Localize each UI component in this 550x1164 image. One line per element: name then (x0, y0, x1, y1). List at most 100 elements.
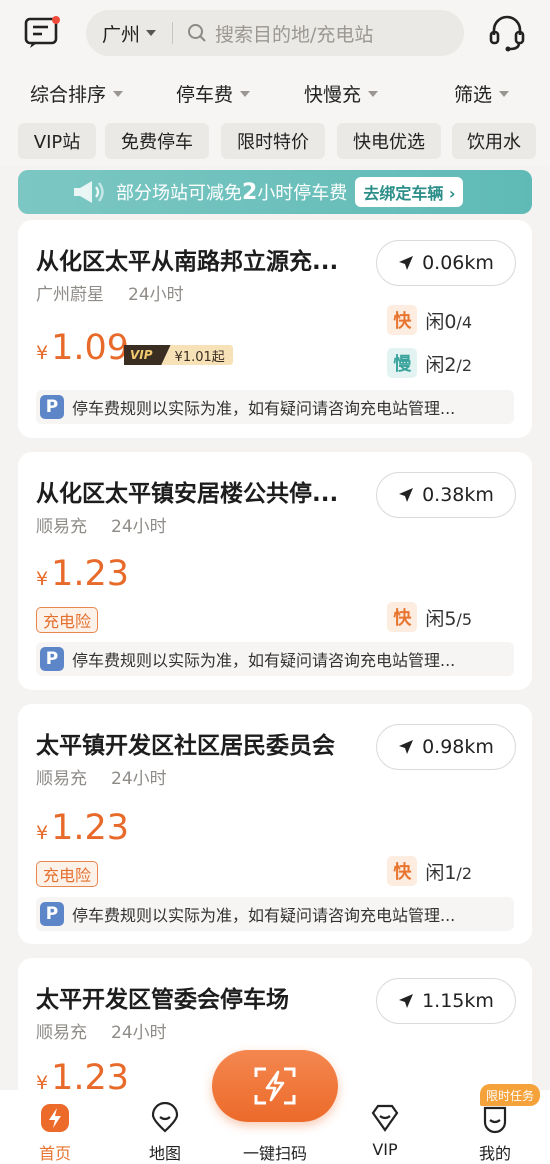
navigate-button[interactable]: 0.06km (376, 240, 516, 286)
fast-charge-badge: 快 (387, 305, 418, 335)
tab-home[interactable]: 首页 (10, 1090, 100, 1164)
banner-text: 部分场站可减免2小时停车费 (116, 179, 347, 205)
vip-price: ¥1.01起 (160, 345, 233, 365)
station-name: 从化区太平从南路邦立源充... (36, 249, 339, 275)
scan-charge-icon (254, 1067, 296, 1105)
tab-label: 地图 (148, 1144, 181, 1163)
filter-label: 筛选 (454, 84, 493, 106)
station-operator: 顺易充 (36, 517, 87, 537)
navigate-button[interactable]: 0.98km (376, 724, 516, 770)
station-name: 太平开发区管委会停车场 (36, 987, 289, 1013)
parking-promo-banner[interactable]: 部分场站可减免2小时停车费 去绑定车辆 › (18, 170, 532, 214)
chip-free-parking[interactable]: 免费停车 (105, 123, 209, 159)
filter-bar: 综合排序 停车费 快慢充 筛选 (0, 66, 550, 118)
quick-scan-button[interactable] (212, 1050, 338, 1122)
station-distance: 0.98km (422, 736, 494, 758)
home-charge-icon (41, 1104, 69, 1132)
quick-scan-label[interactable]: 一键扫码 (225, 1140, 325, 1164)
filter-sort[interactable]: 综合排序 (30, 80, 124, 107)
chevron-down-icon (113, 90, 124, 97)
slow-total-count: /2 (456, 355, 472, 375)
diamond-icon (371, 1104, 399, 1132)
filter-parking-fee[interactable]: 停车费 (176, 80, 251, 107)
filter-label: 停车费 (176, 84, 234, 106)
station-name: 从化区太平镇安居楼公共停... (36, 481, 339, 507)
tab-label: 我的 (478, 1144, 511, 1163)
price-value: 1.23 (51, 554, 130, 594)
price-value: 1.23 (51, 808, 130, 848)
tab-vip[interactable]: VIP (340, 1090, 430, 1164)
slow-charge-badge: 慢 (387, 348, 418, 378)
message-icon[interactable] (24, 15, 62, 49)
chip-drinking-water[interactable]: 饮用水 (452, 123, 536, 159)
fast-charge-badge: 快 (387, 856, 418, 886)
station-distance: 0.06km (422, 252, 494, 274)
navigate-button[interactable]: 0.38km (376, 472, 516, 518)
fast-charger-status: 快 闲5/5 (387, 602, 472, 632)
limited-task-badge[interactable]: 限时任务 (480, 1084, 541, 1106)
fast-charge-badge: 快 (387, 602, 418, 632)
map-pin-icon (151, 1102, 179, 1133)
slow-charger-status: 慢 闲2/2 (387, 348, 472, 378)
chevron-down-icon (240, 90, 251, 97)
parking-note: P 停车费规则以实际为准，如有疑问请咨询充电站管理... (36, 390, 514, 424)
station-operator: 顺易充 (36, 1023, 87, 1043)
fast-total-count: /4 (456, 312, 472, 332)
navigation-arrow-icon (399, 256, 414, 270)
chip-limited-offer[interactable]: 限时特价 (221, 123, 325, 159)
fast-charger-status: 快 闲1/2 (387, 856, 472, 886)
station-hours: 24小时 (111, 769, 167, 789)
station-distance: 1.15km (422, 990, 494, 1012)
fast-total-count: /5 (456, 609, 472, 629)
station-price: ¥1.09 (36, 328, 129, 368)
station-hours: 24小时 (128, 285, 184, 305)
parking-note: P 停车费规则以实际为准，如有疑问请咨询充电站管理... (36, 642, 514, 676)
search-icon (188, 24, 206, 42)
city-selector[interactable]: 广州 (102, 20, 140, 47)
station-meta: 顺易充 24小时 (36, 764, 167, 789)
station-price: ¥1.23 (36, 554, 129, 594)
navigation-arrow-icon (399, 740, 414, 754)
filter-label: 综合排序 (30, 84, 107, 106)
station-card[interactable]: 太平镇开发区社区居民委员会 顺易充 24小时 0.98km ¥1.23 充电险 快… (18, 704, 532, 944)
tab-label: 首页 (38, 1144, 71, 1163)
fast-charger-status: 快 闲0/4 (387, 305, 472, 335)
parking-note-text: 停车费规则以实际为准，如有疑问请咨询充电站管理... (72, 906, 456, 925)
navigation-arrow-icon (399, 994, 414, 1008)
chevron-down-icon (499, 90, 510, 97)
chip-fast-charge[interactable]: 快电优选 (337, 123, 441, 159)
price-value: 1.09 (51, 328, 130, 368)
top-bar: 广州 搜索目的地/充电站 (0, 0, 550, 66)
navigation-arrow-icon (399, 488, 414, 502)
station-card[interactable]: 从化区太平从南路邦立源充... 广州蔚星 24小时 0.06km ¥1.09 VI… (18, 220, 532, 438)
parking-note-text: 停车费规则以实际为准，如有疑问请咨询充电站管理... (72, 651, 456, 670)
station-hours: 24小时 (111, 1023, 167, 1043)
station-meta: 广州蔚星 24小时 (36, 280, 184, 305)
station-operator: 顺易充 (36, 769, 87, 789)
chip-vip-station[interactable]: VIP站 (18, 123, 96, 159)
profile-icon (483, 1106, 507, 1134)
filter-screen[interactable]: 筛选 (454, 80, 510, 107)
parking-icon: P (40, 902, 64, 926)
tab-label: VIP (372, 1140, 398, 1159)
currency-symbol: ¥ (36, 568, 49, 590)
fast-idle-count: 闲5 (425, 607, 457, 630)
filter-charge-speed[interactable]: 快慢充 (304, 80, 379, 107)
chevron-down-icon (368, 90, 379, 97)
banner-text-suffix: 小时停车费 (257, 183, 348, 204)
parking-note-text: 停车费规则以实际为准，如有疑问请咨询充电站管理... (72, 399, 456, 418)
headset-icon[interactable] (488, 13, 526, 53)
station-meta: 顺易充 24小时 (36, 512, 167, 537)
bind-vehicle-button[interactable]: 去绑定车辆 › (355, 177, 464, 207)
station-card[interactable]: 从化区太平镇安居楼公共停... 顺易充 24小时 0.38km ¥1.23 充电险… (18, 452, 532, 690)
parking-note: P 停车费规则以实际为准，如有疑问请咨询充电站管理... (36, 897, 514, 931)
tab-map[interactable]: 地图 (120, 1090, 210, 1164)
currency-symbol: ¥ (36, 822, 49, 844)
filter-label: 快慢充 (304, 84, 362, 106)
search-input[interactable]: 搜索目的地/充电站 (215, 20, 373, 47)
station-operator: 广州蔚星 (36, 285, 104, 305)
navigate-button[interactable]: 1.15km (376, 978, 516, 1024)
fast-idle-count: 闲1 (425, 861, 457, 884)
slow-idle-count: 闲2 (425, 353, 457, 376)
search-bar[interactable]: 广州 搜索目的地/充电站 (86, 10, 464, 56)
